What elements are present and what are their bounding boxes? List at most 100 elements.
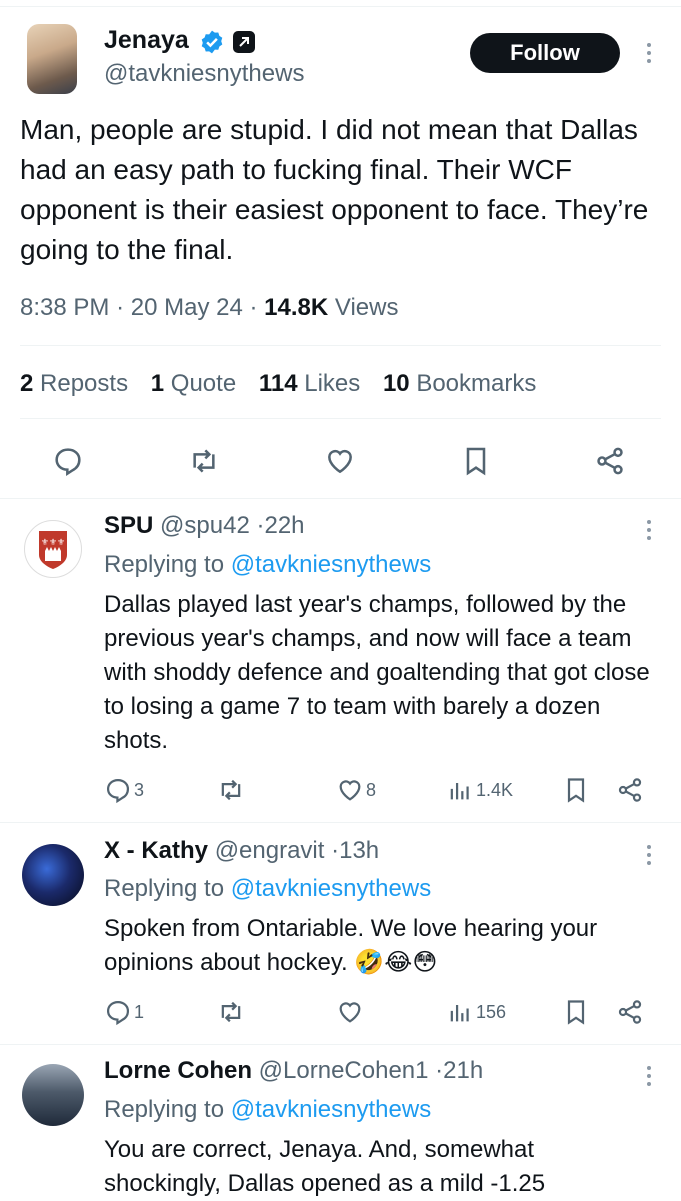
reply-age[interactable]: 13h (339, 837, 379, 864)
meta-sep: · (116, 294, 125, 321)
verified-badge-icon (199, 29, 225, 55)
replying-handle[interactable]: @tavkniesnythews (231, 1096, 431, 1123)
views-label: Views (334, 294, 399, 321)
quotes-stat[interactable]: 1 Quote (151, 370, 236, 397)
follow-button[interactable]: Follow (470, 33, 620, 73)
replying-handle[interactable]: @tavkniesnythews (231, 875, 431, 902)
likes-stat[interactable]: 114 Likes (259, 370, 360, 397)
bookmark-icon (567, 778, 585, 803)
reply-header: SPU @spu42 ·22h (104, 512, 305, 540)
tweet-time[interactable]: 8:38 PM (20, 294, 109, 321)
author-name-text[interactable]: Jenaya (104, 26, 189, 54)
quotes-count: 1 (150, 370, 165, 397)
author-avatar[interactable] (27, 24, 77, 94)
replying-label: Replying to (104, 1096, 225, 1123)
views-icon (450, 1005, 469, 1022)
author-handle[interactable]: @tavkniesnythews (104, 60, 304, 88)
reply-avatar[interactable]: ⚜⚜⚜ (24, 520, 82, 578)
reply-author-handle[interactable]: @spu42 (160, 512, 250, 539)
reply-text: You are correct, Jenaya. And, somewhat s… (104, 1136, 546, 1197)
reply-icon (106, 1000, 130, 1026)
views-count: 14.8K (264, 294, 329, 321)
share-icon (618, 778, 642, 802)
like-icon (339, 780, 361, 801)
replying-to: Replying to @tavkniesnythews (104, 1093, 431, 1127)
reply-avatar[interactable] (22, 844, 84, 906)
more-icon[interactable] (646, 845, 652, 869)
meta-sep: · (249, 294, 258, 321)
reply-share[interactable] (616, 776, 644, 804)
replying-label: Replying to (104, 551, 225, 578)
reply-likes-count: 8 (366, 779, 377, 800)
reply-repost[interactable] (216, 998, 246, 1026)
author-name[interactable]: Jenaya (104, 26, 189, 55)
replying-label: Replying to (104, 875, 225, 902)
replying-to: Replying to @tavkniesnythews (104, 872, 431, 906)
tweet-date[interactable]: 20 May 24 (131, 294, 243, 321)
bookmarks-count: 10 (382, 370, 410, 397)
top-divider (0, 6, 681, 7)
reply-text: Spoken from Ontariable. We love hearing … (104, 915, 598, 976)
divider (0, 1044, 681, 1045)
reposts-stat[interactable]: 2 Reposts (20, 370, 128, 397)
reply-bookmark[interactable] (562, 776, 590, 804)
reply-views-count: 156 (476, 1001, 507, 1022)
likes-count: 114 (258, 370, 298, 397)
bookmarks-stat[interactable]: 10 Bookmarks (383, 370, 536, 397)
more-icon[interactable] (646, 520, 652, 544)
tweet-meta: 8:38 PM · 20 May 24 · 14.8K Views (20, 294, 398, 322)
stats-row: 2 Reposts 1 Quote 114 Likes 10 Bookmarks (20, 370, 536, 398)
replying-to: Replying to @tavkniesnythews (104, 548, 431, 582)
reply-like[interactable] (336, 998, 366, 1026)
repost-icon (221, 779, 241, 801)
reposts-count: 2 (20, 370, 34, 397)
bookmark-icon[interactable] (460, 445, 492, 477)
reply-repost[interactable] (216, 776, 246, 804)
reply-icon (106, 778, 130, 804)
reply-icon[interactable] (52, 445, 84, 477)
reply-replies[interactable]: 3 (104, 776, 144, 804)
reply-views[interactable]: 156 (446, 998, 506, 1026)
reply-replies[interactable]: 1 (104, 998, 144, 1026)
quotes-label: Quote (170, 370, 237, 397)
reply-text: Dallas played last year's champs, follow… (104, 591, 650, 754)
reply-avatar[interactable] (22, 1064, 84, 1126)
reply-replies-count: 3 (134, 779, 145, 800)
likes-label: Likes (304, 370, 361, 397)
reply-sep: · (331, 837, 340, 864)
reply-share[interactable] (616, 998, 644, 1026)
reply-views-count: 1.4K (476, 779, 514, 800)
more-icon[interactable] (646, 1066, 652, 1090)
more-icon[interactable] (646, 43, 652, 67)
reply-author-name[interactable]: SPU (104, 512, 153, 539)
reply-author-name[interactable]: X - Kathy (104, 837, 208, 864)
reply-replies-count: 1 (134, 1001, 145, 1022)
reply-views[interactable]: 1.4K (446, 776, 513, 804)
reply-bookmark[interactable] (562, 998, 590, 1026)
bookmarks-label: Bookmarks (416, 370, 537, 397)
views-icon (450, 783, 469, 800)
divider (0, 822, 681, 823)
reply-author-handle[interactable]: @LorneCohen1 (259, 1057, 429, 1084)
reply-header: X - Kathy @engravit ·13h (104, 837, 379, 865)
like-icon (339, 1002, 361, 1023)
divider (20, 345, 661, 346)
divider (20, 418, 661, 419)
divider (0, 498, 681, 499)
like-icon[interactable] (324, 445, 356, 477)
reply-like[interactable]: 8 (336, 776, 376, 804)
bookmark-icon (567, 1000, 585, 1025)
reply-author-name[interactable]: Lorne Cohen (104, 1057, 252, 1084)
reply-age[interactable]: 22h (264, 512, 304, 539)
reply-sep: · (435, 1057, 444, 1084)
repost-icon[interactable] (187, 445, 221, 477)
reposts-label: Reposts (40, 370, 129, 397)
automated-label-icon (232, 30, 256, 54)
replying-handle[interactable]: @tavkniesnythews (231, 551, 431, 578)
svg-text:⚜⚜⚜: ⚜⚜⚜ (41, 538, 65, 548)
tweet-text: Man, people are stupid. I did not mean t… (20, 114, 649, 265)
repost-icon (221, 1001, 241, 1023)
reply-author-handle[interactable]: @engravit (215, 837, 325, 864)
share-icon[interactable] (594, 445, 626, 477)
reply-age[interactable]: 21h (443, 1057, 483, 1084)
